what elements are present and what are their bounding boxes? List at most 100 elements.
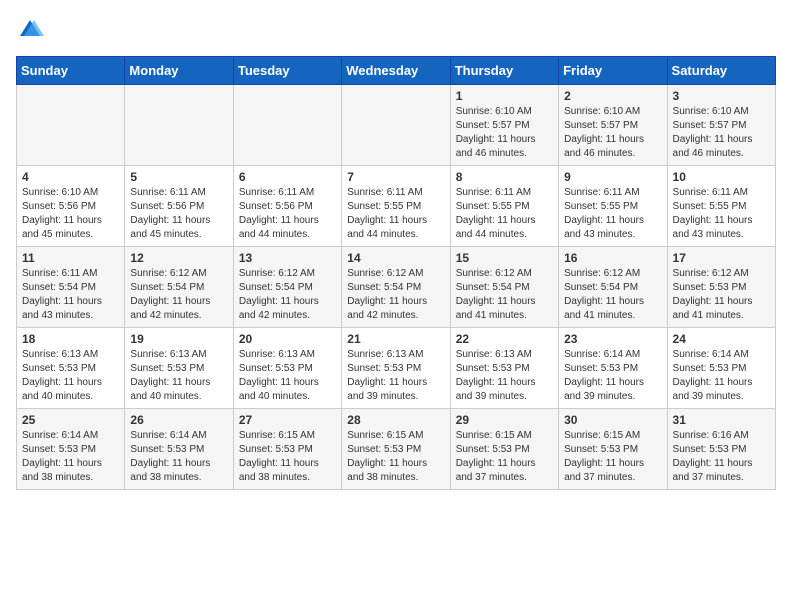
day-number: 4: [22, 170, 119, 184]
logo-icon: [16, 16, 44, 44]
day-info: Sunrise: 6:12 AM Sunset: 5:54 PM Dayligh…: [239, 267, 336, 323]
day-info: Sunrise: 6:13 AM Sunset: 5:53 PM Dayligh…: [22, 348, 119, 404]
day-info: Sunrise: 6:15 AM Sunset: 5:53 PM Dayligh…: [564, 429, 661, 485]
week-row-2: 4 Sunrise: 6:10 AM Sunset: 5:56 PM Daylig…: [17, 166, 776, 247]
day-info: Sunrise: 6:11 AM Sunset: 5:55 PM Dayligh…: [456, 186, 553, 242]
day-info: Sunrise: 6:11 AM Sunset: 5:55 PM Dayligh…: [564, 186, 661, 242]
day-info: Sunrise: 6:12 AM Sunset: 5:53 PM Dayligh…: [673, 267, 770, 323]
day-number: 19: [130, 332, 227, 346]
week-row-3: 11 Sunrise: 6:11 AM Sunset: 5:54 PM Dayli…: [17, 247, 776, 328]
calendar-cell: 30 Sunrise: 6:15 AM Sunset: 5:53 PM Dayli…: [559, 409, 667, 490]
calendar-cell: 29 Sunrise: 6:15 AM Sunset: 5:53 PM Dayli…: [450, 409, 558, 490]
day-info: Sunrise: 6:11 AM Sunset: 5:54 PM Dayligh…: [22, 267, 119, 323]
calendar-cell: 13 Sunrise: 6:12 AM Sunset: 5:54 PM Dayli…: [233, 247, 341, 328]
week-row-1: 1 Sunrise: 6:10 AM Sunset: 5:57 PM Daylig…: [17, 85, 776, 166]
day-number: 3: [673, 89, 770, 103]
day-info: Sunrise: 6:13 AM Sunset: 5:53 PM Dayligh…: [456, 348, 553, 404]
header-wednesday: Wednesday: [342, 57, 450, 85]
calendar-cell: 9 Sunrise: 6:11 AM Sunset: 5:55 PM Daylig…: [559, 166, 667, 247]
day-info: Sunrise: 6:11 AM Sunset: 5:55 PM Dayligh…: [673, 186, 770, 242]
calendar-cell: 24Sunrise: 6:14 AM Sunset: 5:53 PM Dayli…: [667, 328, 775, 409]
day-number: 26: [130, 413, 227, 427]
day-number: 7: [347, 170, 444, 184]
calendar-cell: 22 Sunrise: 6:13 AM Sunset: 5:53 PM Dayli…: [450, 328, 558, 409]
calendar-cell: 18 Sunrise: 6:13 AM Sunset: 5:53 PM Dayli…: [17, 328, 125, 409]
logo: [16, 16, 48, 44]
day-info: Sunrise: 6:13 AM Sunset: 5:53 PM Dayligh…: [239, 348, 336, 404]
day-number: 28: [347, 413, 444, 427]
day-number: 25: [22, 413, 119, 427]
day-number: 13: [239, 251, 336, 265]
day-info: Sunrise: 6:13 AM Sunset: 5:53 PM Dayligh…: [347, 348, 444, 404]
day-info: Sunrise: 6:14 AM Sunset: 5:53 PM Dayligh…: [130, 429, 227, 485]
calendar-cell: 11 Sunrise: 6:11 AM Sunset: 5:54 PM Dayli…: [17, 247, 125, 328]
day-number: 27: [239, 413, 336, 427]
day-info: Sunrise: 6:11 AM Sunset: 5:56 PM Dayligh…: [130, 186, 227, 242]
day-info: Sunrise: 6:15 AM Sunset: 5:53 PM Dayligh…: [347, 429, 444, 485]
day-info: Sunrise: 6:14 AM Sunset: 5:53 PM Dayligh…: [22, 429, 119, 485]
calendar-cell: 4 Sunrise: 6:10 AM Sunset: 5:56 PM Daylig…: [17, 166, 125, 247]
calendar-table: SundayMondayTuesdayWednesdayThursdayFrid…: [16, 56, 776, 490]
day-number: 23: [564, 332, 661, 346]
day-info: Sunrise: 6:12 AM Sunset: 5:54 PM Dayligh…: [564, 267, 661, 323]
calendar-cell: 14 Sunrise: 6:12 AM Sunset: 5:54 PM Dayli…: [342, 247, 450, 328]
header-sunday: Sunday: [17, 57, 125, 85]
header-thursday: Thursday: [450, 57, 558, 85]
day-number: 15: [456, 251, 553, 265]
day-info: Sunrise: 6:10 AM Sunset: 5:56 PM Dayligh…: [22, 186, 119, 242]
day-number: 16: [564, 251, 661, 265]
day-number: 18: [22, 332, 119, 346]
calendar-cell: [17, 85, 125, 166]
day-number: 9: [564, 170, 661, 184]
calendar-cell: 3 Sunrise: 6:10 AM Sunset: 5:57 PM Daylig…: [667, 85, 775, 166]
header-monday: Monday: [125, 57, 233, 85]
calendar-cell: 12Sunrise: 6:12 AM Sunset: 5:54 PM Dayli…: [125, 247, 233, 328]
calendar-cell: 10 Sunrise: 6:11 AM Sunset: 5:55 PM Dayli…: [667, 166, 775, 247]
calendar-cell: 25 Sunrise: 6:14 AM Sunset: 5:53 PM Dayli…: [17, 409, 125, 490]
week-row-4: 18 Sunrise: 6:13 AM Sunset: 5:53 PM Dayli…: [17, 328, 776, 409]
calendar-cell: 17 Sunrise: 6:12 AM Sunset: 5:53 PM Dayli…: [667, 247, 775, 328]
calendar-cell: [342, 85, 450, 166]
header-tuesday: Tuesday: [233, 57, 341, 85]
calendar-cell: 16 Sunrise: 6:12 AM Sunset: 5:54 PM Dayli…: [559, 247, 667, 328]
day-info: Sunrise: 6:14 AM Sunset: 5:53 PM Dayligh…: [673, 348, 770, 404]
day-number: 1: [456, 89, 553, 103]
day-number: 22: [456, 332, 553, 346]
day-number: 21: [347, 332, 444, 346]
calendar-cell: 28 Sunrise: 6:15 AM Sunset: 5:53 PM Dayli…: [342, 409, 450, 490]
day-number: 12: [130, 251, 227, 265]
calendar-cell: 2Sunrise: 6:10 AM Sunset: 5:57 PM Daylig…: [559, 85, 667, 166]
day-info: Sunrise: 6:10 AM Sunset: 5:57 PM Dayligh…: [564, 105, 661, 161]
day-number: 29: [456, 413, 553, 427]
day-info: Sunrise: 6:13 AM Sunset: 5:53 PM Dayligh…: [130, 348, 227, 404]
day-number: 11: [22, 251, 119, 265]
day-number: 8: [456, 170, 553, 184]
day-info: Sunrise: 6:11 AM Sunset: 5:56 PM Dayligh…: [239, 186, 336, 242]
day-info: Sunrise: 6:10 AM Sunset: 5:57 PM Dayligh…: [673, 105, 770, 161]
calendar-cell: 6Sunrise: 6:11 AM Sunset: 5:56 PM Daylig…: [233, 166, 341, 247]
day-number: 31: [673, 413, 770, 427]
calendar-cell: 8 Sunrise: 6:11 AM Sunset: 5:55 PM Daylig…: [450, 166, 558, 247]
calendar-cell: 26 Sunrise: 6:14 AM Sunset: 5:53 PM Dayli…: [125, 409, 233, 490]
day-number: 30: [564, 413, 661, 427]
calendar-cell: 5Sunrise: 6:11 AM Sunset: 5:56 PM Daylig…: [125, 166, 233, 247]
calendar-cell: 31 Sunrise: 6:16 AM Sunset: 5:53 PM Dayli…: [667, 409, 775, 490]
calendar-cell: 19 Sunrise: 6:13 AM Sunset: 5:53 PM Dayli…: [125, 328, 233, 409]
calendar-cell: 23Sunrise: 6:14 AM Sunset: 5:53 PM Dayli…: [559, 328, 667, 409]
day-info: Sunrise: 6:16 AM Sunset: 5:53 PM Dayligh…: [673, 429, 770, 485]
calendar-cell: 20Sunrise: 6:13 AM Sunset: 5:53 PM Dayli…: [233, 328, 341, 409]
day-info: Sunrise: 6:10 AM Sunset: 5:57 PM Dayligh…: [456, 105, 553, 161]
day-number: 14: [347, 251, 444, 265]
day-info: Sunrise: 6:12 AM Sunset: 5:54 PM Dayligh…: [347, 267, 444, 323]
day-number: 10: [673, 170, 770, 184]
calendar-cell: 15 Sunrise: 6:12 AM Sunset: 5:54 PM Dayli…: [450, 247, 558, 328]
header-friday: Friday: [559, 57, 667, 85]
day-number: 17: [673, 251, 770, 265]
calendar-cell: [233, 85, 341, 166]
day-info: Sunrise: 6:12 AM Sunset: 5:54 PM Dayligh…: [456, 267, 553, 323]
calendar-cell: 1 Sunrise: 6:10 AM Sunset: 5:57 PM Daylig…: [450, 85, 558, 166]
calendar-cell: 27Sunrise: 6:15 AM Sunset: 5:53 PM Dayli…: [233, 409, 341, 490]
calendar-cell: 7Sunrise: 6:11 AM Sunset: 5:55 PM Daylig…: [342, 166, 450, 247]
calendar-cell: [125, 85, 233, 166]
day-info: Sunrise: 6:15 AM Sunset: 5:53 PM Dayligh…: [456, 429, 553, 485]
